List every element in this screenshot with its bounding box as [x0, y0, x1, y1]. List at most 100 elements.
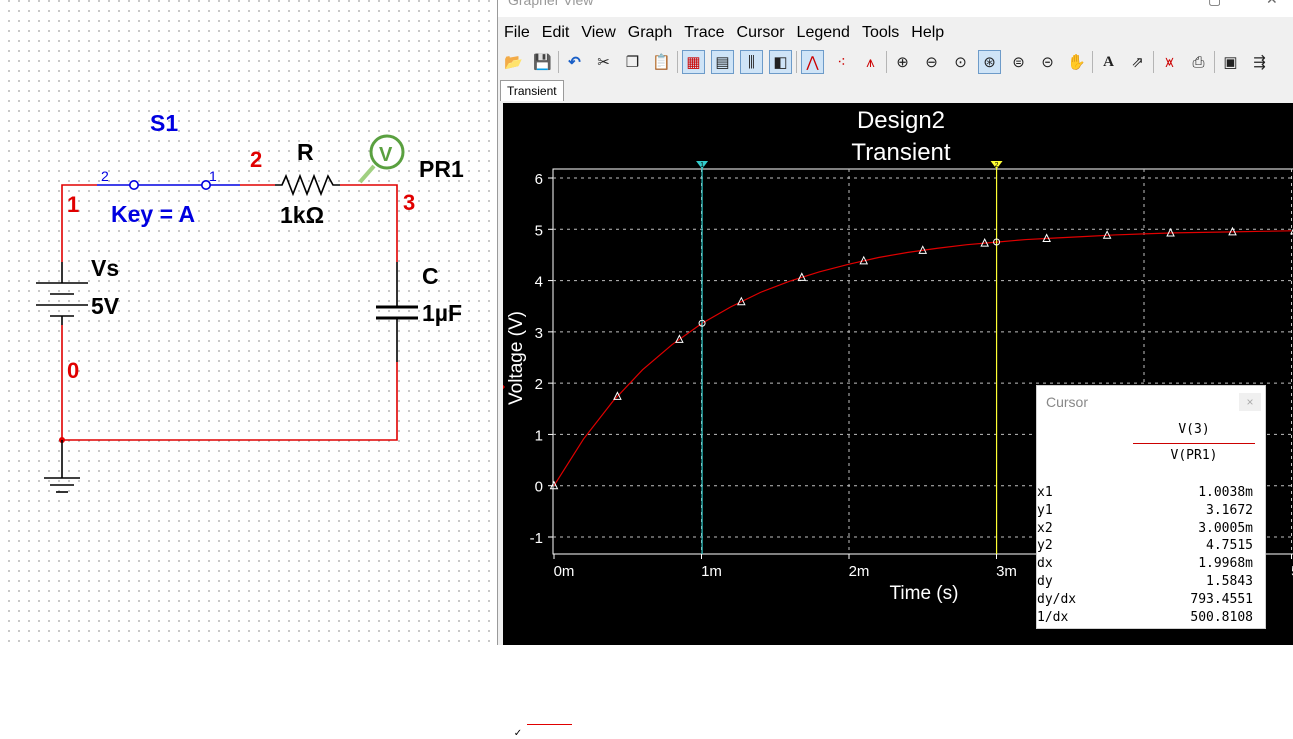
- cursor-row: dx 1.9968m: [1037, 556, 1257, 574]
- cursor-column-trace: V(3): [1178, 422, 1210, 437]
- zoom-y-icon[interactable]: ⊜: [1007, 50, 1030, 74]
- cursor-row-key: y1: [1037, 503, 1053, 518]
- zoom-fit-icon[interactable]: ⊙: [949, 50, 972, 74]
- checkbox-icon[interactable]: ✓: [513, 729, 523, 739]
- point-trace-icon[interactable]: ⁖: [830, 50, 853, 74]
- export-icon[interactable]: ⇗: [1126, 50, 1149, 74]
- graph-area[interactable]: -101234560m1m2m3m4m5mDesign2TransientTim…: [503, 103, 1293, 739]
- save-icon[interactable]: 💾: [531, 50, 554, 74]
- text-icon[interactable]: A: [1097, 50, 1120, 74]
- ground-icon[interactable]: [44, 440, 80, 493]
- open-icon[interactable]: 📂: [502, 50, 525, 74]
- tab-transient[interactable]: Transient: [500, 80, 564, 101]
- cursor-row-value: 1.9968m: [1198, 556, 1253, 571]
- close-icon[interactable]: ✕: [1266, 0, 1278, 8]
- line-point-trace-icon[interactable]: ⩚: [859, 50, 882, 74]
- cursor-panel[interactable]: Cursor × V(3) V(PR1) x1 1.0038m y1 3.1672 …: [1036, 385, 1266, 629]
- legend-label: V(PR1): [525, 725, 565, 739]
- cursor-row: x1 1.0038m: [1037, 485, 1257, 503]
- resistor-r[interactable]: [275, 173, 340, 197]
- resistor-value-label: 1kΩ: [280, 202, 324, 228]
- schematic-canvas[interactable]: S1 Key = A 2 1 R 1kΩ V PR1 Vs 5V C 1µF 1…: [0, 0, 497, 645]
- zoom-area-icon[interactable]: ⊝: [1036, 50, 1059, 74]
- properties-icon[interactable]: ▣: [1219, 50, 1242, 74]
- undo-icon[interactable]: ↶: [563, 50, 586, 74]
- cursor-row-key: dx: [1037, 556, 1053, 571]
- probe-name-label: PR1: [419, 156, 464, 182]
- menu-cursor[interactable]: Cursor: [731, 20, 791, 44]
- switch-s1[interactable]: [97, 180, 240, 191]
- legend-icon[interactable]: ▤: [711, 50, 734, 74]
- zoom-out-icon[interactable]: ⊖: [920, 50, 943, 74]
- copy-icon[interactable]: ❐: [621, 50, 644, 74]
- overlay-icon[interactable]: ⩙: [1158, 50, 1181, 74]
- menu-graph[interactable]: Graph: [622, 20, 678, 44]
- battery-vs[interactable]: [36, 262, 88, 325]
- cursor-row-key: x2: [1037, 521, 1053, 536]
- close-icon[interactable]: ×: [1239, 393, 1261, 411]
- menu-trace[interactable]: Trace: [678, 20, 730, 44]
- line-trace-icon[interactable]: ⋀: [801, 50, 824, 74]
- toolbar-separator: [886, 51, 887, 73]
- y-tick-label: 3: [535, 325, 543, 342]
- source-value-label: 5V: [91, 293, 120, 319]
- menu-tools[interactable]: Tools: [856, 20, 905, 44]
- paste-icon[interactable]: 📋: [650, 50, 673, 74]
- legend-item-vpr1[interactable]: ✓ V(PR1): [513, 725, 572, 739]
- wire-node-0[interactable]: [61, 325, 398, 441]
- cursor-row: y1 3.1672: [1037, 503, 1257, 521]
- source-name-label: Vs: [91, 255, 119, 281]
- toggle-bw-icon[interactable]: ◧: [769, 50, 792, 74]
- wire-node-3[interactable]: [340, 184, 398, 262]
- x-axis-label: Time (s): [890, 583, 959, 604]
- x-tick-label: 2m: [849, 563, 870, 580]
- zoom-in-icon[interactable]: ⊕: [891, 50, 914, 74]
- legend-item-v3[interactable]: V(3): [513, 709, 572, 723]
- graph-legend[interactable]: V(3) ✓ V(PR1): [513, 709, 572, 739]
- toolbar-separator: [1214, 51, 1215, 73]
- switch-name-label: S1: [150, 110, 178, 136]
- transfer-icon[interactable]: ⇶: [1248, 50, 1271, 74]
- cursor-row: dy 1.5843: [1037, 574, 1257, 592]
- cursor-panel-header[interactable]: Cursor ×: [1037, 386, 1265, 416]
- y-tick-label: 6: [535, 171, 543, 188]
- maximize-icon[interactable]: ▢: [1208, 0, 1221, 8]
- y-tick-label: 1: [535, 427, 543, 444]
- cursor-2-label: 2: [995, 162, 999, 169]
- trace-selector-arrow: [503, 384, 505, 390]
- y-tick-label: 0: [535, 479, 543, 496]
- cut-icon[interactable]: ✂: [592, 50, 615, 74]
- chart-title: Design2: [857, 107, 945, 134]
- cursor-row-key: dy/dx: [1037, 592, 1077, 607]
- menu-legend[interactable]: Legend: [791, 20, 856, 44]
- capacitor-c[interactable]: [376, 262, 418, 362]
- menu-view[interactable]: View: [575, 20, 621, 44]
- y-tick-label: 5: [535, 222, 543, 239]
- cursor-row: 1/dx 500.8108: [1037, 610, 1257, 628]
- chart-subtitle: Transient: [851, 139, 950, 166]
- cursor-row: dy/dx 793.4551: [1037, 592, 1257, 610]
- grapher-window: Grapher View ▢ ✕ File Edit View Graph Tr…: [497, 0, 1293, 739]
- zoom-x-icon[interactable]: ⊛: [978, 50, 1001, 74]
- cursor-row-value: 1.0038m: [1198, 485, 1253, 500]
- x-tick-label: 0m: [554, 563, 575, 580]
- cursor-1-label: 1: [700, 162, 704, 169]
- schematic-drawing: S1 Key = A 2 1 R 1kΩ V PR1 Vs 5V C 1µF 1…: [36, 110, 464, 493]
- cursor-row: y2 4.7515: [1037, 538, 1257, 556]
- x-tick-label: 3m: [996, 563, 1017, 580]
- menu-help[interactable]: Help: [905, 20, 950, 44]
- title-bar: Grapher View ▢ ✕: [498, 0, 1293, 17]
- y-tick-label: 4: [535, 274, 543, 291]
- cursor-row-key: y2: [1037, 538, 1053, 553]
- menu-file[interactable]: File: [498, 20, 536, 44]
- toolbar-separator: [796, 51, 797, 73]
- y-axis-label: Voltage (V): [506, 311, 527, 405]
- grid-icon[interactable]: ▦: [682, 50, 705, 74]
- print-icon[interactable]: ⎙: [1187, 50, 1210, 74]
- cursor-row-value: 793.4551: [1190, 592, 1253, 607]
- toolbar: 📂 💾 ↶ ✂ ❐ 📋 ▦ ▤ ⫼ ◧ ⋀ ⁖ ⩚ ⊕ ⊖ ⊙ ⊛ ⊜ ⊝ ✋ …: [498, 48, 1293, 76]
- pan-icon[interactable]: ✋: [1065, 50, 1088, 74]
- menu-edit[interactable]: Edit: [536, 20, 576, 44]
- trace-color-rule: [1133, 443, 1255, 444]
- show-cursors-icon[interactable]: ⫼: [740, 50, 763, 74]
